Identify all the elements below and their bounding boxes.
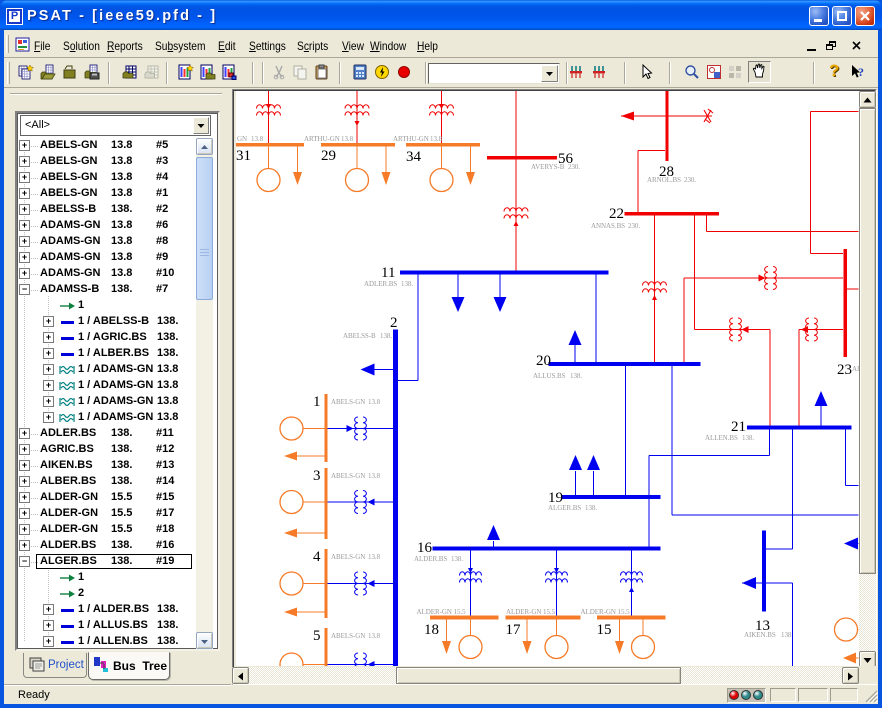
svg-text:?: ? [858, 65, 864, 79]
svg-text:AIK: AIK [852, 365, 859, 373]
svg-text:ABELS-GN: ABELS-GN [331, 472, 365, 480]
svg-text:ADLER.BS: ADLER.BS [364, 280, 397, 288]
svg-text:2: 2 [390, 315, 398, 331]
svg-text:ALLEN.BS: ALLEN.BS [705, 434, 738, 442]
svg-text:138.: 138. [451, 555, 463, 563]
svg-text:31: 31 [236, 148, 251, 164]
svg-text:13.8: 13.8 [368, 398, 381, 406]
svg-text:15: 15 [597, 622, 612, 638]
svg-text:13.8: 13.8 [430, 135, 443, 143]
svg-text:5: 5 [313, 628, 321, 644]
svg-text:13.8: 13.8 [251, 135, 264, 143]
svg-text:AVERYS-B: AVERYS-B [531, 163, 565, 171]
svg-text:ARNOL.BS: ARNOL.BS [647, 176, 681, 184]
svg-text:15.5: 15.5 [543, 608, 556, 616]
svg-text:AIKEN.BS: AIKEN.BS [744, 631, 776, 639]
svg-text:ARTHU-GN: ARTHU-GN [393, 135, 429, 143]
svg-text:ARTHU-GN: ARTHU-GN [304, 135, 340, 143]
svg-text:18: 18 [424, 622, 439, 638]
svg-text:GN: GN [237, 135, 247, 143]
svg-text:230.: 230. [628, 222, 640, 230]
svg-text:ABELSS-B: ABELSS-B [343, 332, 376, 340]
svg-text:15.5: 15.5 [454, 608, 467, 616]
svg-text:21: 21 [731, 419, 746, 435]
svg-text:230.: 230. [684, 176, 696, 184]
svg-text:ALDER-GN: ALDER-GN [417, 608, 452, 616]
svg-text:138.: 138. [585, 504, 597, 512]
svg-text:20: 20 [536, 353, 551, 369]
svg-text:ABELS-GN: ABELS-GN [331, 632, 365, 640]
svg-text:1: 1 [313, 394, 321, 410]
svg-text:23: 23 [837, 362, 852, 378]
svg-text:13.8: 13.8 [368, 632, 381, 640]
svg-text:138.: 138. [781, 631, 793, 639]
svg-text:ALDER.BS: ALDER.BS [414, 555, 447, 563]
svg-text:ALDER-GN: ALDER-GN [506, 608, 541, 616]
svg-text:29: 29 [321, 148, 336, 164]
svg-text:138.: 138. [742, 434, 754, 442]
svg-text:4: 4 [313, 549, 321, 565]
svg-text:3: 3 [313, 468, 321, 484]
svg-text:13.8: 13.8 [341, 135, 354, 143]
svg-text:22: 22 [609, 206, 624, 222]
svg-text:ANNAS.BS: ANNAS.BS [591, 222, 625, 230]
svg-text:ABELS-GN: ABELS-GN [331, 398, 365, 406]
svg-text:ALGER.BS: ALGER.BS [548, 504, 581, 512]
svg-text:11: 11 [381, 265, 395, 281]
svg-text:138.: 138. [401, 280, 413, 288]
svg-text:138.: 138. [380, 332, 392, 340]
svg-text:34: 34 [406, 149, 422, 165]
svg-text:138.: 138. [570, 372, 582, 380]
svg-text:230.: 230. [568, 163, 580, 171]
svg-text:13.8: 13.8 [368, 472, 381, 480]
svg-text:16: 16 [417, 540, 433, 556]
svg-text:17: 17 [506, 622, 522, 638]
svg-text:ABELS-GN: ABELS-GN [331, 553, 365, 561]
svg-text:13.8: 13.8 [368, 553, 381, 561]
svg-text:15.5: 15.5 [618, 608, 631, 616]
svg-text:ALLUS.BS: ALLUS.BS [533, 372, 566, 380]
svg-text:ALDER-GN: ALDER-GN [581, 608, 616, 616]
